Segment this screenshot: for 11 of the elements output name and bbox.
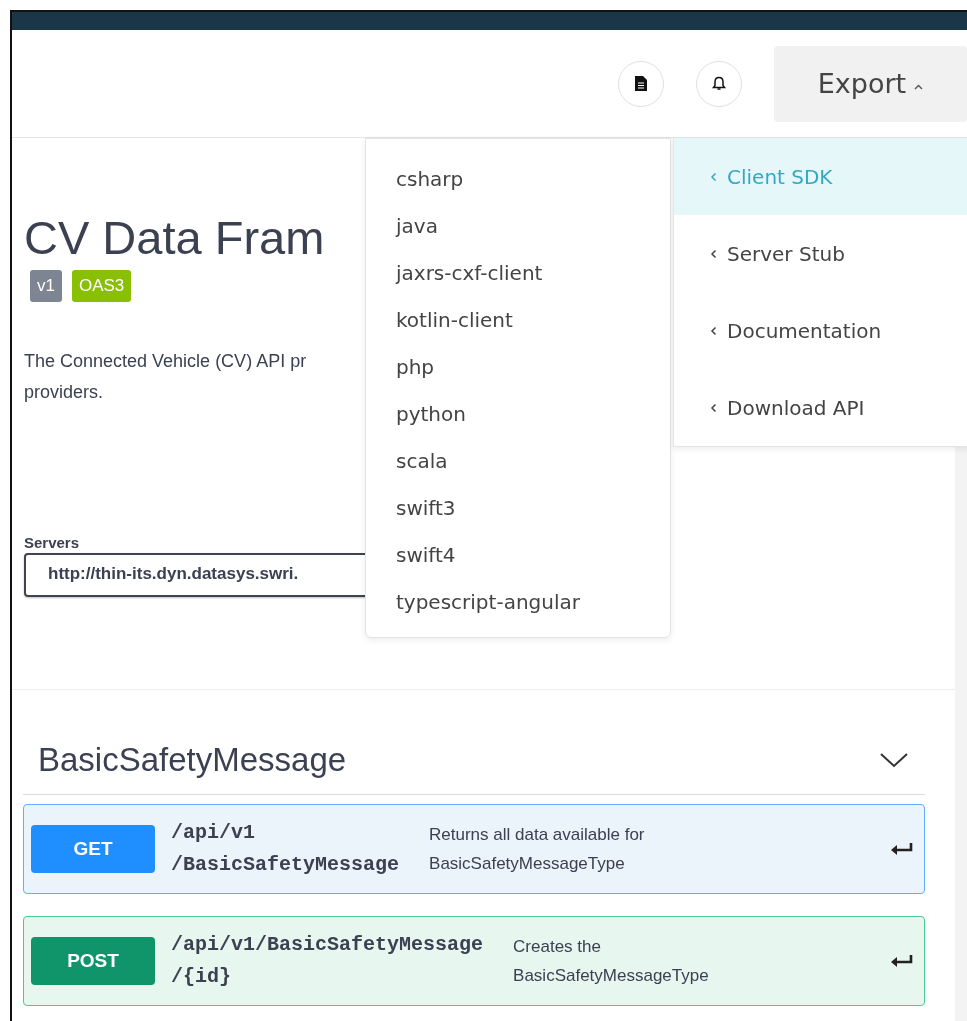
operation-summary: Returns all data available for BasicSafetyMessageType — [429, 824, 646, 875]
version-badge: v1 — [30, 270, 62, 302]
method-label: POST — [31, 937, 155, 985]
api-description: The Connected Vehicle (CV) API pr providers. — [24, 350, 307, 404]
endpoint-path: /api/v1 /BasicSafetyMessage — [171, 820, 400, 878]
servers-label: Servers — [24, 534, 81, 551]
api-title: CV Data Fram — [24, 210, 325, 266]
method-label: GET — [31, 825, 155, 873]
endpoint-path: /api/v1/BasicSafetyMessage /{id} — [171, 932, 484, 990]
operation-summary: Creates the BasicSafetyMessageType — [513, 936, 710, 987]
version-badge: OAS3 — [71, 270, 132, 302]
